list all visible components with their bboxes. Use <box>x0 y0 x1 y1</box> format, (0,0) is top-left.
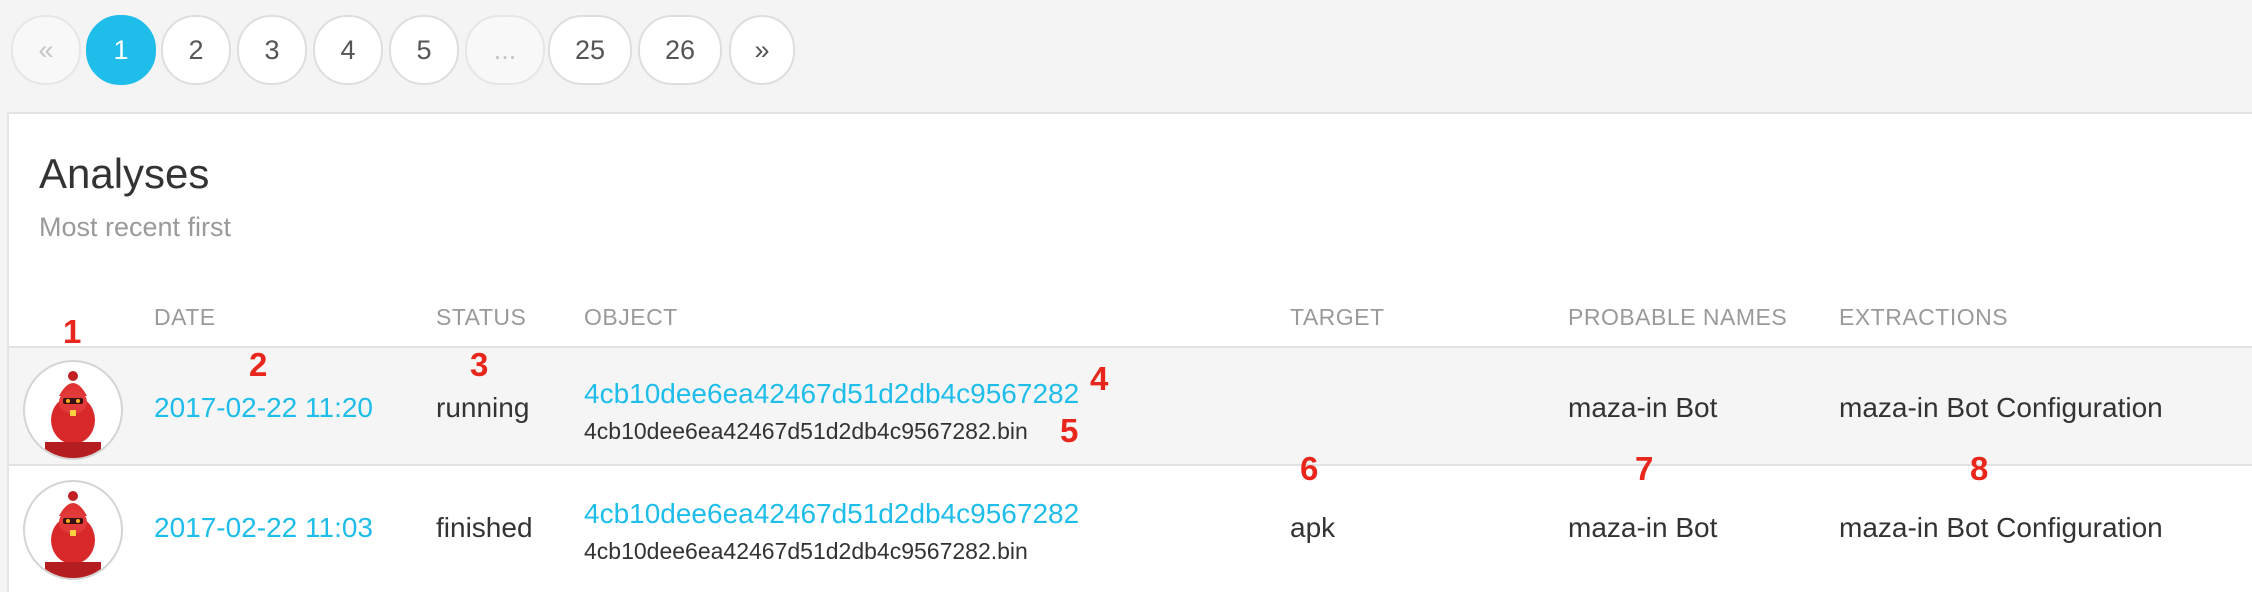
page-5-button[interactable]: 5 <box>389 15 459 85</box>
extraction-text: maza-in Bot Configuration <box>1839 392 2163 423</box>
table-row[interactable]: 2017-02-22 11:03 finished 4cb10dee6ea424… <box>9 468 2252 588</box>
column-header-probable-names[interactable]: PROBABLE NAMES <box>1568 304 1787 331</box>
annotation-3: 3 <box>470 346 489 383</box>
page-4-button[interactable]: 4 <box>313 15 383 85</box>
column-header-target[interactable]: TARGET <box>1290 304 1385 331</box>
robot-icon <box>45 371 101 458</box>
page-next-button[interactable]: » <box>729 15 795 85</box>
robot-icon <box>45 491 101 578</box>
analysis-date-link[interactable]: 2017-02-22 11:20 <box>154 392 373 424</box>
status-text: running <box>436 392 530 423</box>
column-header-extractions[interactable]: EXTRACTIONS <box>1839 304 2008 331</box>
target-text: apk <box>1290 512 1336 543</box>
annotation-7: 7 <box>1635 450 1654 487</box>
page-3-button[interactable]: 3 <box>237 15 307 85</box>
card-subtitle: Most recent first <box>39 212 232 242</box>
table-row[interactable]: 2017-02-22 11:20 running 4cb10dee6ea4246… <box>9 346 2252 466</box>
object-filename: 4cb10dee6ea42467d51d2db4c9567282.bin <box>584 418 1028 444</box>
probable-name-text: maza-in Bot <box>1568 512 1718 543</box>
annotation-1: 1 <box>63 313 82 350</box>
annotation-4: 4 <box>1090 360 1109 397</box>
column-header-object[interactable]: OBJECT <box>584 304 678 331</box>
extraction-text: maza-in Bot Configuration <box>1839 512 2163 543</box>
page-1-button[interactable]: 1 <box>86 15 156 85</box>
page-2-button[interactable]: 2 <box>161 15 231 85</box>
annotation-6: 6 <box>1300 450 1319 487</box>
analysis-date-link[interactable]: 2017-02-22 11:03 <box>154 512 373 544</box>
analyses-card: Analyses Most recent first DATE STATUS O… <box>7 112 2252 592</box>
object-hash-link[interactable]: 4cb10dee6ea42467d51d2db4c9567282 <box>584 378 1079 410</box>
page-prev-button[interactable]: « <box>11 15 81 85</box>
page-25-button[interactable]: 25 <box>548 15 632 85</box>
column-header-date[interactable]: DATE <box>154 304 216 331</box>
avatar <box>23 480 123 580</box>
annotation-5: 5 <box>1060 412 1079 449</box>
column-header-status[interactable]: STATUS <box>436 304 526 331</box>
status-text: finished <box>436 512 533 543</box>
avatar <box>23 360 123 460</box>
annotation-2: 2 <box>249 346 268 383</box>
page-ellipsis: ... <box>465 15 545 85</box>
object-filename: 4cb10dee6ea42467d51d2db4c9567282.bin <box>584 538 1028 564</box>
probable-name-text: maza-in Bot <box>1568 392 1718 423</box>
card-title: Analyses <box>39 150 210 197</box>
page-26-button[interactable]: 26 <box>638 15 722 85</box>
annotation-8: 8 <box>1970 450 1989 487</box>
object-hash-link[interactable]: 4cb10dee6ea42467d51d2db4c9567282 <box>584 498 1079 530</box>
